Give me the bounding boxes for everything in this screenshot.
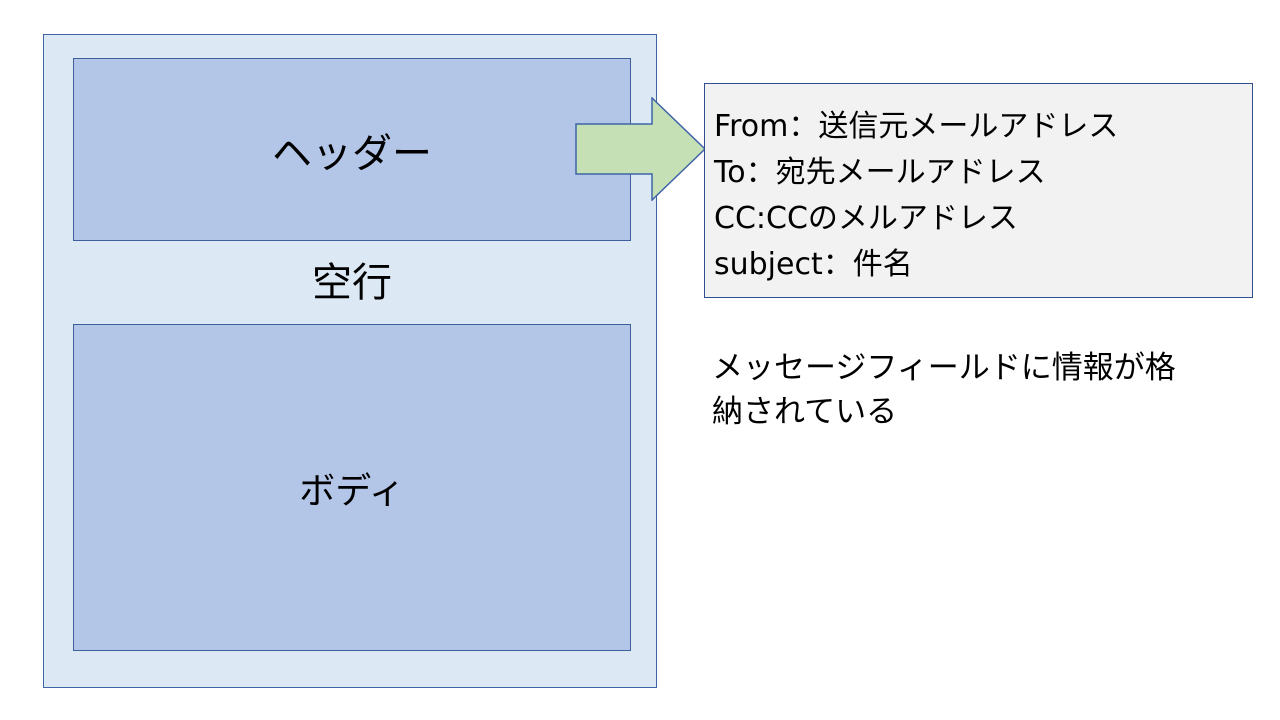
slide: ヘッダー 空行 ボディ From：送信元メールアドレス To：宛先メールアドレス… (0, 0, 1280, 720)
blank-line-label: 空行 (312, 260, 392, 306)
header-fields-box: From：送信元メールアドレス To：宛先メールアドレス CC:CCのメルアドレ… (704, 83, 1253, 298)
note-line-2: 納されている (712, 394, 898, 430)
body-label: ボディ (299, 470, 405, 512)
field-subject: subject：件名 (714, 247, 913, 282)
body-section: ボディ (73, 324, 631, 651)
field-to: To：宛先メールアドレス (714, 155, 1046, 190)
note-line-1: メッセージフィールドに情報が格 (712, 350, 1176, 386)
right-arrow-icon (575, 97, 707, 201)
header-label: ヘッダー (272, 130, 432, 177)
header-section: ヘッダー (73, 58, 631, 241)
field-cc: CC:CCのメルアドレス (714, 201, 1018, 236)
field-from: From：送信元メールアドレス (714, 109, 1119, 144)
note-text: メッセージフィールドに情報が格 納されている (712, 346, 1212, 434)
